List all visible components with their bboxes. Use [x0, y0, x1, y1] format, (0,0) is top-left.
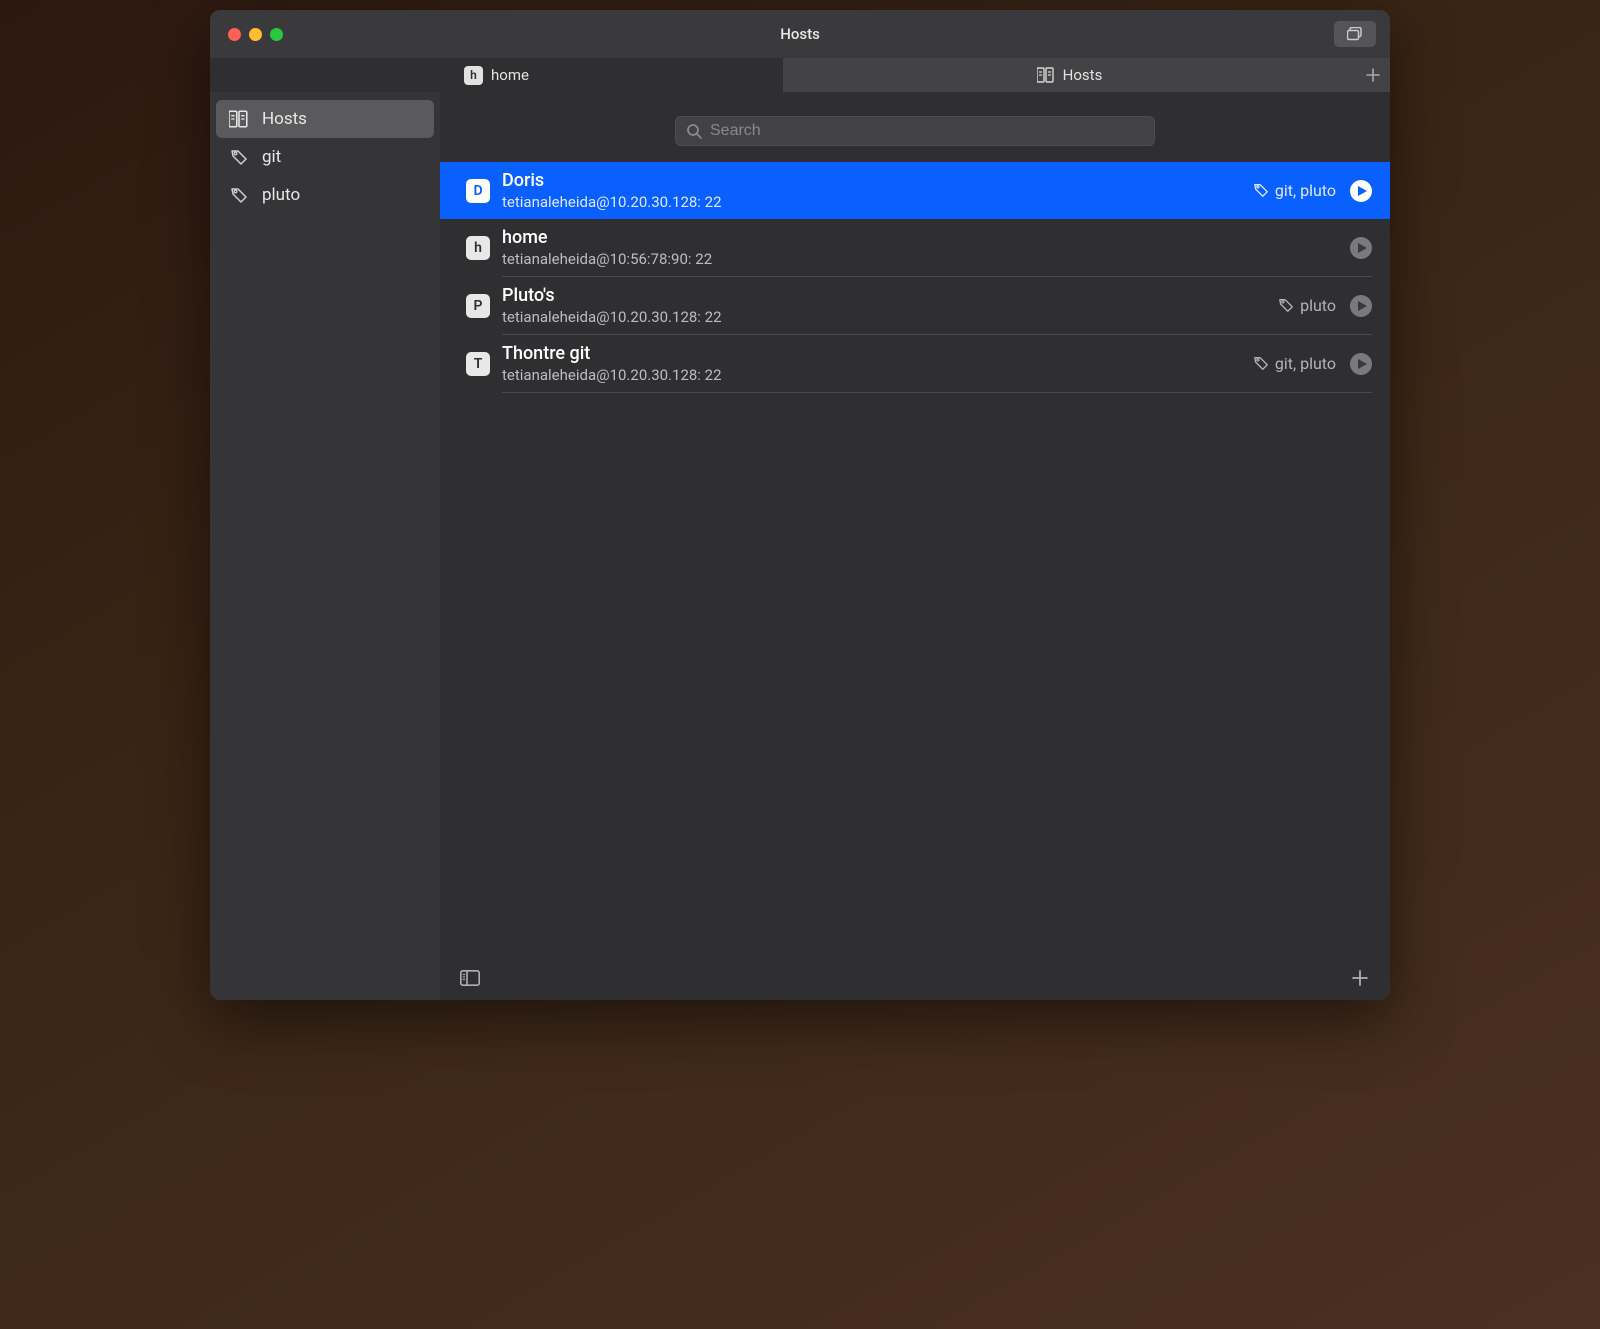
- connect-button[interactable]: [1350, 180, 1372, 202]
- play-icon: [1358, 186, 1367, 196]
- connect-button[interactable]: [1350, 237, 1372, 259]
- host-avatar: T: [466, 352, 490, 376]
- host-name: home: [502, 227, 1338, 248]
- tag-icon: [1253, 355, 1269, 371]
- host-address: tetianaleheida@10.20.30.128: 22: [502, 366, 1241, 384]
- host-row[interactable]: D Doris tetianaleheida@10.20.30.128: 22 …: [440, 162, 1390, 219]
- tab-hosts[interactable]: Hosts: [783, 58, 1356, 92]
- sidebar-item-label: git: [262, 147, 281, 167]
- play-icon: [1358, 301, 1367, 311]
- bottombar: [440, 956, 1390, 1000]
- body: Hosts git pluto: [210, 92, 1390, 1000]
- tabbar: h home Hosts: [210, 58, 1390, 92]
- add-tab-button[interactable]: [1356, 58, 1390, 92]
- host-tags: git, pluto: [1253, 181, 1336, 202]
- separator: [502, 392, 1372, 393]
- tag-icon: [228, 186, 250, 204]
- app-window: Hosts h home Hosts Hosts: [210, 10, 1390, 1000]
- window-controls: [210, 28, 283, 41]
- host-avatar: D: [466, 179, 490, 203]
- titlebar: Hosts: [210, 10, 1390, 58]
- plus-icon: [1351, 969, 1369, 987]
- toggle-sidebar-button[interactable]: [456, 964, 484, 992]
- maximize-icon[interactable]: [270, 28, 283, 41]
- searchbar[interactable]: [675, 116, 1155, 146]
- search-input[interactable]: [710, 122, 1144, 140]
- host-row[interactable]: T Thontre git tetianaleheida@10.20.30.12…: [440, 335, 1390, 392]
- host-list: D Doris tetianaleheida@10.20.30.128: 22 …: [440, 162, 1390, 956]
- multi-window-button[interactable]: [1334, 21, 1376, 47]
- plus-icon: [1366, 68, 1380, 82]
- host-name: Doris: [502, 170, 1241, 191]
- host-address: tetianaleheida@10:56:78:90: 22: [502, 250, 1338, 268]
- host-row[interactable]: P Pluto's tetianaleheida@10.20.30.128: 2…: [440, 277, 1390, 334]
- host-tags-text: git, pluto: [1275, 181, 1336, 200]
- host-info: home tetianaleheida@10:56:78:90: 22: [502, 227, 1338, 268]
- sidebar: Hosts git pluto: [210, 92, 440, 1000]
- sidebar-item-tag-pluto[interactable]: pluto: [216, 176, 434, 214]
- host-name: Pluto's: [502, 285, 1266, 306]
- host-info: Doris tetianaleheida@10.20.30.128: 22: [502, 170, 1241, 211]
- tab-home[interactable]: h home: [210, 58, 783, 92]
- panel-icon: [460, 970, 480, 986]
- hosts-icon: [228, 110, 250, 128]
- minimize-icon[interactable]: [249, 28, 262, 41]
- host-avatar: P: [466, 294, 490, 318]
- host-row[interactable]: h home tetianaleheida@10:56:78:90: 22: [440, 219, 1390, 276]
- search-icon: [686, 123, 702, 139]
- tag-icon: [228, 148, 250, 166]
- add-host-button[interactable]: [1346, 964, 1374, 992]
- stack-icon: [1347, 27, 1363, 41]
- host-address: tetianaleheida@10.20.30.128: 22: [502, 308, 1266, 326]
- play-icon: [1358, 359, 1367, 369]
- close-icon[interactable]: [228, 28, 241, 41]
- host-tags-text: pluto: [1300, 296, 1336, 315]
- host-tags: git, pluto: [1253, 354, 1336, 375]
- host-name: Thontre git: [502, 343, 1241, 364]
- tab-label: home: [491, 66, 529, 84]
- host-tags-text: git, pluto: [1275, 354, 1336, 373]
- connect-button[interactable]: [1350, 295, 1372, 317]
- host-info: Thontre git tetianaleheida@10.20.30.128:…: [502, 343, 1241, 384]
- tag-icon: [1253, 182, 1269, 198]
- window-title: Hosts: [210, 25, 1390, 43]
- searchbar-wrap: [440, 92, 1390, 162]
- tab-label: Hosts: [1063, 66, 1103, 84]
- host-letter-icon: h: [464, 66, 483, 85]
- tag-icon: [1278, 297, 1294, 313]
- host-avatar: h: [466, 236, 490, 260]
- sidebar-item-hosts[interactable]: Hosts: [216, 100, 434, 138]
- host-info: Pluto's tetianaleheida@10.20.30.128: 22: [502, 285, 1266, 326]
- host-tags: pluto: [1278, 296, 1336, 317]
- sidebar-item-label: pluto: [262, 185, 300, 205]
- sidebar-item-label: Hosts: [262, 109, 307, 129]
- main-pane: D Doris tetianaleheida@10.20.30.128: 22 …: [440, 92, 1390, 1000]
- host-address: tetianaleheida@10.20.30.128: 22: [502, 193, 1241, 211]
- hosts-icon: [1037, 67, 1055, 83]
- play-icon: [1358, 243, 1367, 253]
- connect-button[interactable]: [1350, 353, 1372, 375]
- sidebar-item-tag-git[interactable]: git: [216, 138, 434, 176]
